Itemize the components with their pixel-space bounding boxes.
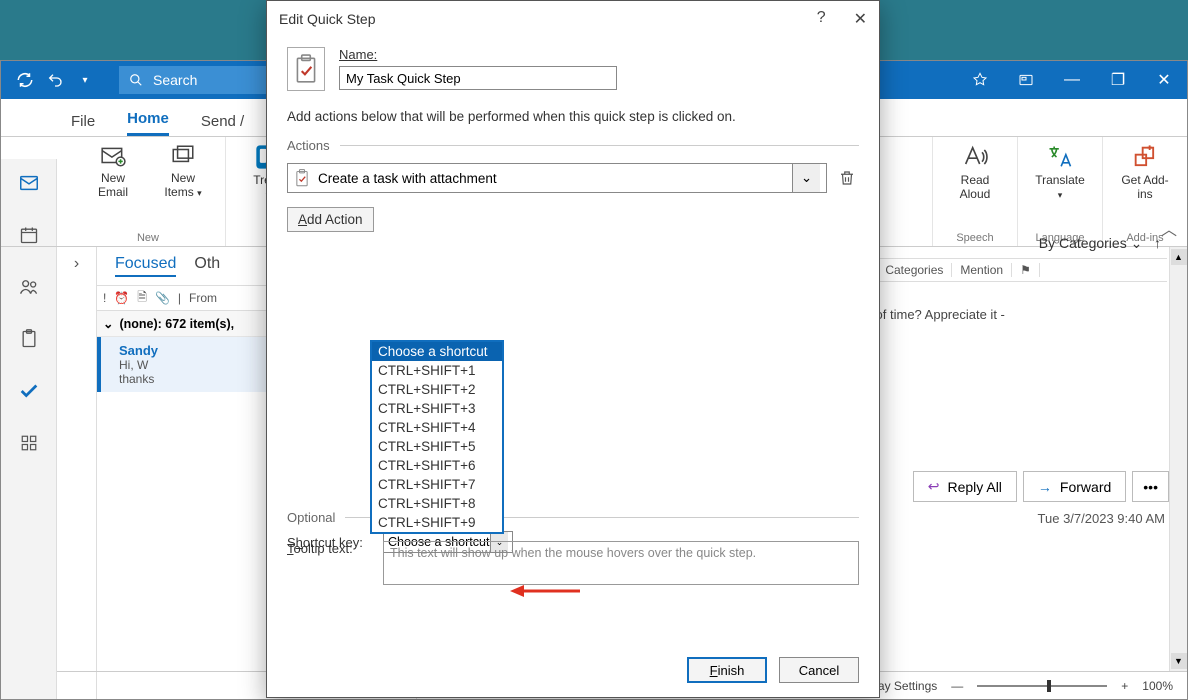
dialog-close-button[interactable]: ✕ (854, 9, 867, 29)
list-item[interactable]: CTRL+SHIFT+9 (372, 513, 502, 532)
forward-icon: → (1038, 479, 1052, 495)
received-time: Tue 3/7/2023 9:40 AM (1038, 511, 1165, 526)
scrollbar[interactable]: ▲ ▼ (1169, 247, 1187, 671)
zoom-level: 100% (1142, 679, 1173, 693)
sync-icon[interactable] (15, 70, 35, 90)
search-icon (129, 73, 143, 87)
folder-pane-collapse[interactable]: › (57, 247, 97, 699)
read-aloud-button[interactable]: Read Aloud (947, 143, 1003, 201)
chevron-down-icon: ⌄ (103, 316, 113, 331)
titlebar-dropdown-icon[interactable]: ▾ (75, 70, 95, 90)
delete-action-button[interactable] (835, 166, 859, 190)
list-item[interactable]: CTRL+SHIFT+7 (372, 475, 502, 494)
search-placeholder: Search (153, 72, 197, 88)
list-item[interactable]: CTRL+SHIFT+1 (372, 361, 502, 380)
scroll-down-icon[interactable]: ▼ (1171, 653, 1187, 669)
scroll-up-icon[interactable]: ▲ (1171, 249, 1187, 265)
display-settings[interactable]: lay Settings (875, 679, 937, 693)
tab-home[interactable]: Home (127, 110, 169, 136)
forward-button[interactable]: →Forward (1023, 471, 1126, 502)
new-email-label: New Email (85, 171, 141, 199)
col-attach-icon[interactable]: 📎 (155, 291, 170, 305)
reply-all-button[interactable]: ↩Reply All (913, 471, 1017, 502)
annotation-arrow (510, 584, 580, 598)
col-categories[interactable]: Categories (877, 263, 952, 277)
read-aloud-label: Read Aloud (947, 173, 1003, 201)
rail-people-icon[interactable] (17, 275, 41, 299)
new-items-icon (168, 143, 198, 169)
tab-file[interactable]: File (71, 113, 95, 136)
list-item[interactable]: Choose a shortcut (372, 342, 502, 361)
more-actions-button[interactable]: ••• (1132, 471, 1169, 502)
tooltip-label: Tooltip text: (287, 541, 377, 556)
col-icon-icon[interactable]: 🗎 (137, 288, 147, 309)
col-flag-icon[interactable]: ⚑ (1012, 263, 1040, 277)
new-email-button[interactable]: New Email (85, 143, 141, 199)
trash-icon (838, 169, 856, 187)
get-addins-button[interactable]: Get Add-ins (1117, 143, 1173, 201)
tab-focused[interactable]: Focused (115, 255, 176, 277)
get-addins-label: Get Add-ins (1117, 173, 1173, 201)
translate-button[interactable]: Translate ▾ (1032, 143, 1088, 201)
read-aloud-icon (961, 143, 989, 171)
action-select[interactable]: Create a task with attachment ⌄ (287, 163, 827, 193)
translate-icon (1046, 143, 1074, 171)
list-item[interactable]: CTRL+SHIFT+3 (372, 399, 502, 418)
new-items-label: New Items ▾ (155, 171, 211, 199)
list-item[interactable]: CTRL+SHIFT+8 (372, 494, 502, 513)
name-label: Name: (339, 47, 617, 62)
maximize-button[interactable]: ❐ (1095, 61, 1141, 99)
translate-label: Translate ▾ (1032, 173, 1088, 201)
thread-preview[interactable]: 57... head of time? Appreciate it - (837, 282, 1167, 332)
minimize-button[interactable]: — (1049, 61, 1095, 99)
rail-apps-icon[interactable] (17, 431, 41, 455)
reading-columns: Size Categories Mention ⚑ (837, 258, 1167, 282)
coming-soon-icon[interactable] (1003, 61, 1049, 99)
quick-step-icon[interactable] (287, 47, 325, 91)
shortcut-listbox[interactable]: Choose a shortcut CTRL+SHIFT+1 CTRL+SHIF… (370, 340, 504, 534)
list-item[interactable]: CTRL+SHIFT+6 (372, 456, 502, 475)
close-button[interactable]: ✕ (1141, 61, 1187, 99)
action-dropdown-icon[interactable]: ⌄ (792, 164, 820, 192)
add-action-button[interactable]: Add Action (287, 207, 374, 232)
undo-icon[interactable] (45, 70, 65, 90)
col-from[interactable]: From (189, 291, 217, 305)
dialog-help-button[interactable]: ? (817, 9, 826, 29)
mail-plus-icon (98, 143, 128, 169)
addins-icon (1131, 143, 1159, 171)
clipboard-icon (294, 169, 310, 187)
instruction-text: Add actions below that will be performed… (287, 109, 859, 124)
cancel-button[interactable]: Cancel (779, 657, 859, 683)
list-item[interactable]: CTRL+SHIFT+4 (372, 418, 502, 437)
reply-all-icon: ↩ (928, 478, 940, 495)
rail-tasks-icon[interactable] (17, 327, 41, 351)
col-reminder-icon[interactable]: ⏰ (114, 291, 129, 305)
list-item[interactable]: CTRL+SHIFT+5 (372, 437, 502, 456)
premium-icon[interactable] (957, 61, 1003, 99)
zoom-out-icon[interactable]: — (951, 679, 963, 693)
zoom-in-icon[interactable]: + (1121, 679, 1128, 693)
group-new-label: New (137, 232, 159, 246)
col-mention[interactable]: Mention (952, 263, 1012, 277)
new-items-button[interactable]: New Items ▾ (155, 143, 211, 199)
actions-section-label: Actions (287, 138, 859, 153)
tab-other[interactable]: Oth (194, 255, 220, 277)
dialog-title: Edit Quick Step (279, 11, 376, 27)
tooltip-input[interactable]: This text will show up when the mouse ho… (383, 541, 859, 585)
dialog-titlebar: Edit Quick Step ? ✕ (267, 1, 879, 37)
zoom-slider[interactable] (977, 685, 1107, 687)
finish-button[interactable]: Finish (687, 657, 767, 683)
tab-send-receive[interactable]: Send / (201, 113, 244, 136)
name-input[interactable] (339, 66, 617, 90)
list-item[interactable]: CTRL+SHIFT+2 (372, 380, 502, 399)
arrange-by[interactable]: By Categories ⌄ ↑ (837, 227, 1167, 258)
col-importance-icon[interactable]: ! (103, 291, 106, 305)
rail-todo-icon[interactable] (17, 379, 41, 403)
